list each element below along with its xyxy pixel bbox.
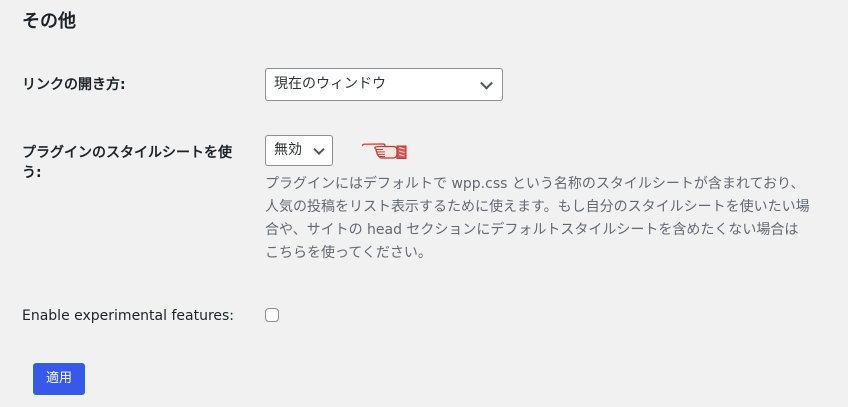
experimental-features-checkbox[interactable] bbox=[265, 308, 279, 322]
link-open-select-value: 現在のウィンドウ bbox=[274, 76, 386, 92]
link-open-select[interactable]: 現在のウィンドウ bbox=[265, 68, 503, 101]
apply-button[interactable]: 適用 bbox=[33, 363, 85, 395]
chevron-down-icon bbox=[313, 143, 325, 155]
plugin-style-label: プラグインのスタイルシートを使う: bbox=[22, 145, 232, 181]
plugin-style-select-value: 無効 bbox=[274, 142, 302, 158]
section-title: その他 bbox=[22, 11, 76, 32]
plugin-style-description: プラグインにはデフォルトで wpp.css という名称のスタイルシートが含まれて… bbox=[265, 176, 810, 261]
pointing-hand-icon bbox=[362, 143, 407, 159]
chevron-down-icon bbox=[480, 76, 493, 90]
experimental-features-label: Enable experimental features: bbox=[22, 308, 235, 324]
plugin-style-select[interactable]: 無効 bbox=[265, 135, 333, 166]
link-open-label: リンクの開き方: bbox=[22, 77, 126, 93]
